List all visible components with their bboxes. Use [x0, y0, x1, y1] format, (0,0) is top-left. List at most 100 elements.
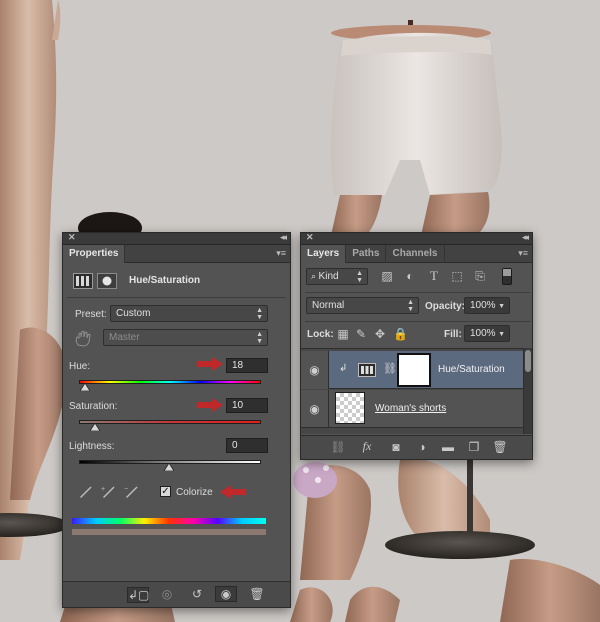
- tab-channels[interactable]: Channels: [386, 245, 445, 263]
- layer-mask-thumbnail[interactable]: [397, 353, 431, 387]
- lightness-slider-thumb[interactable]: [164, 463, 174, 471]
- folder-icon[interactable]: ▬: [439, 440, 457, 454]
- preset-dropdown[interactable]: Custom ▲ ▼: [110, 305, 268, 322]
- lightness-value-field[interactable]: 0: [226, 438, 268, 453]
- svg-text:+: +: [101, 486, 105, 493]
- input-color-bar: [72, 518, 266, 524]
- preset-label: Preset:: [75, 309, 107, 320]
- adjustment-layer-icon: [358, 363, 376, 377]
- output-color-bar: [72, 529, 266, 535]
- new-layer-icon[interactable]: ❐: [465, 440, 483, 454]
- lock-label: Lock:: [307, 329, 334, 340]
- layers-panel: ✕ ◂◂ Layers Paths Channels ▾≡ ⌕ Kind ▲ ▼ …: [300, 232, 533, 460]
- filter-toggle-switch[interactable]: [502, 268, 512, 285]
- collapse-icon[interactable]: ◂◂: [280, 232, 287, 243]
- eyedropper-subtract-icon[interactable]: −: [124, 484, 140, 500]
- updown-arrows-icon: ▲ ▼: [256, 331, 263, 345]
- layer-mask-icon[interactable]: [97, 273, 117, 289]
- lock-all-icon[interactable]: 🔒: [393, 327, 408, 341]
- adjustment-title: Hue/Saturation: [129, 275, 201, 286]
- view-previous-icon[interactable]: ◎: [157, 587, 177, 603]
- fill-field[interactable]: 100% ▼: [464, 325, 510, 342]
- visibility-icon[interactable]: ◉: [301, 390, 329, 428]
- collapse-icon[interactable]: ◂◂: [522, 232, 529, 243]
- saturation-label: Saturation:: [69, 401, 118, 412]
- layer-row-womans-shorts[interactable]: ◉ Woman's shorts: [301, 390, 523, 428]
- saturation-slider-track[interactable]: [79, 420, 261, 424]
- type-filter-icon[interactable]: T: [426, 268, 442, 284]
- hue-value-field[interactable]: 18: [226, 358, 268, 373]
- updown-arrows-icon: ▲ ▼: [407, 299, 414, 313]
- chain-link-icon[interactable]: ⛓: [383, 362, 397, 375]
- scrollbar-thumb[interactable]: [525, 350, 531, 372]
- channel-dropdown[interactable]: Master ▲ ▼: [103, 329, 268, 346]
- fx-icon[interactable]: fx: [357, 439, 377, 454]
- clip-to-layer-icon[interactable]: ↲▢: [127, 587, 149, 603]
- smart-object-filter-icon[interactable]: ⎘: [472, 269, 488, 284]
- layer-row-hue-saturation[interactable]: ◉ ↲ ⛓ Hue/Saturation: [301, 351, 523, 389]
- hue-slider-track[interactable]: [79, 380, 261, 384]
- link-icon[interactable]: ⛓: [329, 440, 347, 454]
- reset-icon[interactable]: ↺: [187, 587, 207, 603]
- saturation-slider-thumb[interactable]: [90, 423, 100, 431]
- updown-arrows-icon: ▲ ▼: [256, 307, 263, 321]
- adjustment-filter-icon[interactable]: ◐: [402, 269, 418, 283]
- targeted-adjustment-hand-icon[interactable]: [73, 330, 91, 348]
- chevron-down-icon[interactable]: ▼: [498, 330, 505, 338]
- trash-icon[interactable]: 🗑: [247, 587, 267, 603]
- lock-position-icon[interactable]: ✥: [373, 327, 387, 341]
- trash-icon[interactable]: 🗑: [491, 440, 509, 454]
- colorize-checkbox[interactable]: ✓: [160, 486, 171, 497]
- hue-slider-thumb[interactable]: [80, 383, 90, 391]
- layer-thumbnail[interactable]: [335, 392, 365, 424]
- tab-properties[interactable]: Properties: [63, 245, 126, 263]
- opacity-label: Opacity:: [425, 301, 466, 312]
- channel-value: Master: [109, 332, 140, 343]
- shape-filter-icon[interactable]: ⬚: [449, 269, 465, 283]
- panel-menu-icon[interactable]: ▾≡: [276, 248, 286, 259]
- adjustment-icon[interactable]: ◑: [413, 440, 431, 454]
- divider: [305, 292, 530, 293]
- saturation-value-field[interactable]: 10: [226, 398, 268, 413]
- tab-paths[interactable]: Paths: [346, 245, 387, 263]
- blend-mode-dropdown[interactable]: Normal ▲ ▼: [306, 297, 419, 314]
- svg-text:−: −: [124, 486, 128, 493]
- lock-pixels-icon[interactable]: ✎: [354, 327, 368, 341]
- opacity-field[interactable]: 100% ▼: [464, 297, 510, 314]
- updown-arrows-icon: ▲ ▼: [356, 270, 363, 284]
- colorize-label[interactable]: Colorize: [176, 487, 213, 498]
- lock-transparent-icon[interactable]: ▦: [336, 327, 350, 341]
- layers-bottom-bar: ⛓ fx ◙ ◑ ▬ ❐ 🗑: [301, 435, 532, 459]
- eyedropper-icon[interactable]: [78, 484, 94, 500]
- visibility-icon[interactable]: ◉: [215, 586, 237, 602]
- chevron-down-icon[interactable]: ▼: [498, 302, 505, 310]
- lightness-label: Lightness:: [69, 441, 115, 452]
- annotation-arrow-icon: [220, 485, 246, 499]
- close-icon[interactable]: ✕: [306, 232, 314, 243]
- fill-value: 100%: [470, 328, 496, 339]
- panel-titlebar[interactable]: ✕ ◂◂: [301, 232, 532, 245]
- filter-kind-value: Kind: [318, 271, 339, 282]
- properties-panel: ✕ ◂◂ Properties ▾≡ Hue/Saturation Preset…: [62, 232, 291, 608]
- properties-bottom-bar: ↲▢ ◎ ↺ ◉ 🗑: [63, 581, 290, 607]
- close-icon[interactable]: ✕: [68, 232, 76, 243]
- preset-value: Custom: [116, 308, 151, 319]
- filter-kind-dropdown[interactable]: ⌕ Kind ▲ ▼: [306, 268, 368, 285]
- search-icon: ⌕: [311, 271, 319, 281]
- mask-icon[interactable]: ◙: [387, 440, 405, 454]
- layer-list: ◉ ↲ ⛓ Hue/Saturation ◉ Woman's shorts: [301, 348, 523, 434]
- layer-name[interactable]: Woman's shorts: [375, 403, 446, 414]
- annotation-arrow-icon: [197, 398, 223, 412]
- fill-label: Fill:: [444, 329, 462, 340]
- hue-saturation-icon: [73, 273, 93, 289]
- layer-name[interactable]: Hue/Saturation: [438, 364, 505, 375]
- visibility-icon[interactable]: ◉: [301, 351, 329, 389]
- panel-titlebar[interactable]: ✕ ◂◂: [63, 232, 290, 245]
- tab-layers[interactable]: Layers: [301, 245, 347, 263]
- annotation-arrow-icon: [197, 357, 223, 371]
- eyedropper-add-icon[interactable]: +: [101, 484, 117, 500]
- panel-menu-icon[interactable]: ▾≡: [518, 248, 528, 259]
- hue-label: Hue:: [69, 361, 91, 372]
- layer-list-scrollbar[interactable]: [523, 348, 532, 434]
- pixel-filter-icon[interactable]: ▨: [379, 269, 395, 283]
